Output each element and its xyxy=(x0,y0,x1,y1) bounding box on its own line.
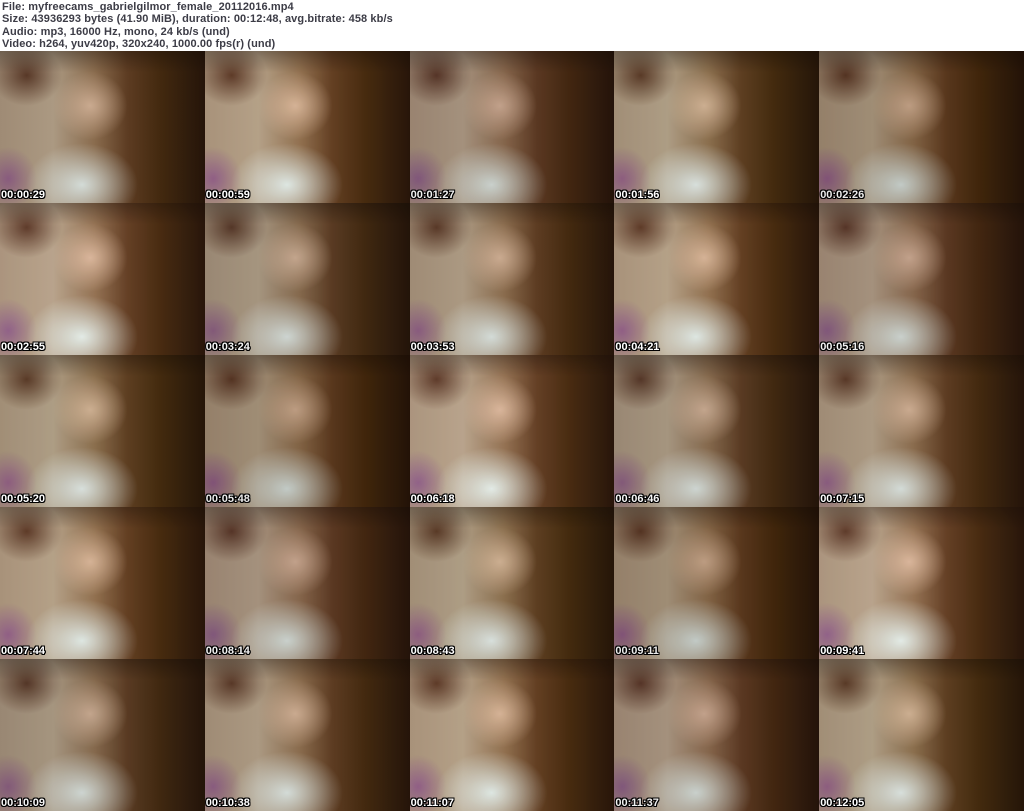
video-thumbnail: 00:01:27 xyxy=(409,51,615,203)
video-thumbnail: 00:06:18 xyxy=(409,355,615,507)
timestamp-label: 00:11:37 xyxy=(615,797,659,809)
timestamp-label: 00:07:15 xyxy=(820,493,865,505)
thumbnail-grid: 00:00:29 00:00:59 00:01:27 00:01:56 00:02:26… xyxy=(0,51,1024,811)
video-thumbnail: 00:07:44 xyxy=(0,507,205,659)
video-thumbnail: 00:04:21 xyxy=(614,203,820,355)
video-thumbnail: 00:02:26 xyxy=(819,51,1024,203)
file-info-header: File: myfreecams_gabrielgilmor_female_20… xyxy=(0,0,1024,51)
video-thumbnail: 00:11:07 xyxy=(409,659,615,811)
video-thumbnail: 00:00:59 xyxy=(204,51,410,203)
video-thumbnail: 00:11:37 xyxy=(614,659,820,811)
video-thumbnail: 00:05:20 xyxy=(0,355,205,507)
timestamp-label: 00:01:27 xyxy=(410,189,455,201)
timestamp-label: 00:05:20 xyxy=(1,493,46,505)
timestamp-label: 00:01:56 xyxy=(615,189,660,201)
video-thumbnail: 00:06:46 xyxy=(614,355,820,507)
video-thumbnail: 00:07:15 xyxy=(819,355,1024,507)
timestamp-label: 00:06:46 xyxy=(615,493,660,505)
video-thumbnail: 00:09:11 xyxy=(614,507,820,659)
video-thumbnail: 00:03:53 xyxy=(409,203,615,355)
video-thumbnail: 00:02:55 xyxy=(0,203,205,355)
video-thumbnail: 00:10:38 xyxy=(204,659,410,811)
timestamp-label: 00:05:48 xyxy=(205,493,250,505)
file-size-line: Size: 43936293 bytes (41.90 MiB), durati… xyxy=(2,13,393,26)
timestamp-label: 00:04:21 xyxy=(615,341,660,353)
timestamp-label: 00:11:07 xyxy=(410,797,455,809)
timestamp-label: 00:06:18 xyxy=(410,493,455,505)
timestamp-label: 00:08:43 xyxy=(410,645,455,657)
timestamp-label: 00:05:16 xyxy=(820,341,865,353)
timestamp-label: 00:12:05 xyxy=(820,797,865,809)
video-thumbnail: 00:10:09 xyxy=(0,659,205,811)
video-thumbnail: 00:12:05 xyxy=(819,659,1024,811)
video-thumbnail: 00:03:24 xyxy=(204,203,410,355)
video-thumbnail: 00:09:41 xyxy=(819,507,1024,659)
video-thumbnail: 00:08:43 xyxy=(409,507,615,659)
timestamp-label: 00:07:44 xyxy=(1,645,46,657)
timestamp-label: 00:10:38 xyxy=(205,797,250,809)
video-thumbnail: 00:08:14 xyxy=(204,507,410,659)
timestamp-label: 00:00:29 xyxy=(1,189,46,201)
timestamp-label: 00:02:26 xyxy=(820,189,865,201)
timestamp-label: 00:08:14 xyxy=(205,645,250,657)
video-thumbnail: 00:01:56 xyxy=(614,51,820,203)
timestamp-label: 00:09:41 xyxy=(820,645,865,657)
file-name-line: File: myfreecams_gabrielgilmor_female_20… xyxy=(2,1,294,13)
video-thumbnail: 00:00:29 xyxy=(0,51,205,203)
video-thumbnail: 00:05:48 xyxy=(204,355,410,507)
timestamp-label: 00:09:11 xyxy=(615,645,659,657)
video-info-line: Video: h264, yuv420p, 320x240, 1000.00 f… xyxy=(2,38,276,51)
timestamp-label: 00:02:55 xyxy=(1,341,46,353)
timestamp-label: 00:00:59 xyxy=(205,189,250,201)
timestamp-label: 00:03:53 xyxy=(410,341,455,353)
timestamp-label: 00:10:09 xyxy=(1,797,46,809)
video-thumbnail: 00:05:16 xyxy=(819,203,1024,355)
audio-info-line: Audio: mp3, 16000 Hz, mono, 24 kb/s (und… xyxy=(2,25,230,38)
timestamp-label: 00:03:24 xyxy=(205,341,250,353)
